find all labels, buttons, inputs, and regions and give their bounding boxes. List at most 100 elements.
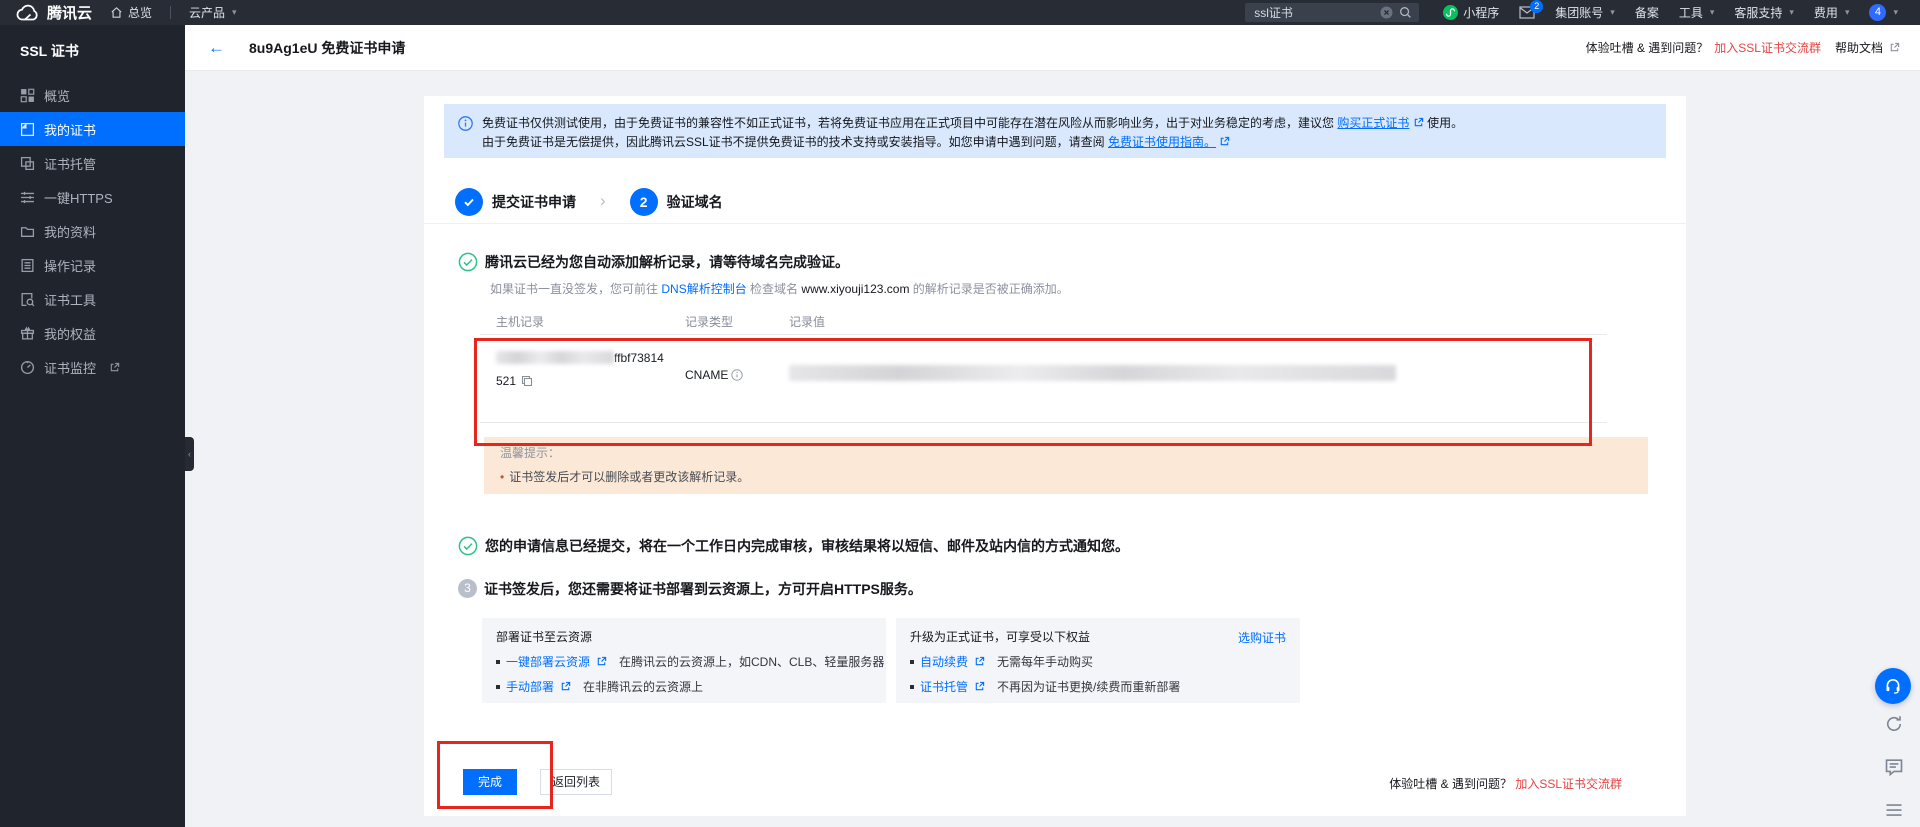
deploy-item-desc: 在腾讯云的云资源上，如CDN、CLB、轻量服务器	[619, 653, 884, 670]
external-link-icon	[1413, 117, 1424, 128]
search-icon[interactable]	[1399, 6, 1412, 19]
support-label: 客服支持	[1734, 4, 1782, 21]
warning-box: 温馨提示： •证书签发后才可以删除或者更改该解析记录。	[484, 437, 1648, 494]
banner-line-2: 由于免费证书是无偿提供，因此腾讯云SSL证书不提供免费证书的技术支持或安装指导。…	[482, 133, 1652, 152]
back-to-list-button[interactable]: 返回列表	[540, 769, 612, 795]
sidebar-item-operation-log[interactable]: 操作记录	[0, 248, 185, 282]
nav-divider	[170, 6, 171, 19]
sidebar-item-overview[interactable]: 概览	[0, 78, 185, 112]
record-value-cell	[789, 335, 1607, 422]
nav-mini-program[interactable]: 小程序	[1443, 4, 1499, 21]
grid-icon	[20, 88, 35, 103]
cert-hosting-link[interactable]: 证书托管	[920, 678, 968, 695]
upgrade-item-desc: 无需每年手动购买	[997, 653, 1093, 670]
chevron-down-icon: ▾	[1710, 7, 1715, 18]
sidebar-collapse-handle[interactable]: ‹	[185, 437, 194, 471]
document-lines-icon	[20, 258, 35, 273]
nav-products[interactable]: 云产品 ▾	[189, 4, 237, 21]
refresh-version-icon[interactable]	[1882, 712, 1906, 736]
bullet-square	[496, 685, 500, 689]
upgrade-item-desc: 不再因为证书更换/续费而重新部署	[997, 678, 1180, 695]
sidebar-item-label: 证书监控	[44, 358, 96, 377]
domain-text: www.xiyouji123.com	[801, 282, 909, 296]
sidebar-item-cert-tools[interactable]: 证书工具	[0, 282, 185, 316]
nav-tools[interactable]: 工具 ▾	[1679, 4, 1715, 21]
feedback-prefix: 体验吐槽 & 遇到问题？	[1389, 777, 1512, 791]
nav-group-account[interactable]: 集团账号 ▾	[1555, 4, 1615, 21]
dns-added-section-title: 腾讯云已经为您自动添加解析记录，请等待域名完成验证。	[458, 252, 849, 272]
buy-cert-link[interactable]: 选购证书	[1238, 629, 1286, 646]
auto-renew-link[interactable]: 自动续费	[920, 653, 968, 670]
nav-account[interactable]: 4 ▾	[1869, 4, 1898, 21]
chevron-down-icon: ▾	[1893, 7, 1898, 18]
submitted-section-title: 您的申请信息已经提交，将在一个工作日内完成审核，审核结果将以短信、邮件及站内信的…	[458, 536, 1129, 556]
help-doc-link[interactable]: 帮助文档	[1835, 39, 1883, 56]
nav-billing[interactable]: 费用 ▾	[1814, 4, 1850, 21]
customer-service-fab[interactable]	[1875, 668, 1911, 704]
buy-formal-cert-link[interactable]: 购买正式证书	[1337, 116, 1409, 130]
sidebar-item-one-click-https[interactable]: 一键HTTPS	[0, 180, 185, 214]
gift-icon	[20, 326, 35, 341]
sidebar-item-my-profile[interactable]: 我的资料	[0, 214, 185, 248]
step3-number: 3	[458, 579, 477, 598]
external-link-icon	[1889, 42, 1900, 53]
upgrade-box-item: 证书托管 不再因为证书更换/续费而重新部署	[910, 678, 1286, 695]
nav-support[interactable]: 客服支持 ▾	[1734, 4, 1794, 21]
one-click-deploy-link[interactable]: 一键部署云资源	[506, 653, 590, 670]
copy-icon[interactable]	[521, 375, 533, 387]
global-search	[1245, 3, 1419, 22]
host-record-cell: ffbf73814 521	[496, 335, 685, 422]
chevron-down-icon: ▾	[1789, 7, 1794, 18]
top-navbar: 腾讯云 总览 云产品 ▾	[0, 0, 1920, 25]
nav-overview-label: 总览	[128, 4, 152, 21]
search-input[interactable]	[1252, 5, 1374, 21]
home-icon	[110, 6, 123, 19]
tencent-cloud-console: 腾讯云 总览 云产品 ▾	[0, 0, 1920, 827]
page-header: ← 8u9Ag1eU 免费证书申请 体验吐槽 & 遇到问题？ 加入SSL证书交流…	[185, 25, 1920, 71]
deploy-box-item: 手动部署 在非腾讯云的云资源上	[496, 678, 872, 695]
sliders-icon	[20, 190, 35, 205]
sidebar-item-my-benefits[interactable]: 我的权益	[0, 316, 185, 350]
step1-label: 提交证书申请	[492, 192, 576, 212]
done-button[interactable]: 完成	[463, 769, 517, 795]
sidebar-item-label: 我的权益	[44, 324, 96, 343]
menu-list-icon[interactable]	[1882, 798, 1906, 822]
join-group-link[interactable]: 加入SSL证书交流群	[1714, 39, 1821, 56]
upgrade-box-item: 自动续费 无需每年手动购买	[910, 653, 1286, 670]
feedback-chat-icon[interactable]	[1882, 755, 1906, 779]
chevron-down-icon: ▾	[1845, 7, 1850, 18]
record-type-cell: CNAME	[685, 335, 789, 422]
step2-number: 2	[630, 188, 658, 216]
host-record-line2: 521	[496, 374, 516, 388]
group-account-label: 集团账号	[1555, 4, 1603, 21]
nav-messages[interactable]: 2	[1519, 6, 1535, 19]
dns-console-link[interactable]: DNS解析控制台	[661, 282, 746, 296]
mini-program-label: 小程序	[1463, 4, 1499, 21]
footer-feedback: 体验吐槽 & 遇到问题？ 加入SSL证书交流群	[1389, 775, 1622, 792]
chevron-down-icon: ▾	[232, 7, 237, 18]
free-cert-guide-link[interactable]: 免费证书使用指南。	[1108, 135, 1216, 149]
join-group-link[interactable]: 加入SSL证书交流群	[1515, 777, 1622, 791]
step1-check-icon	[455, 188, 483, 216]
nav-overview[interactable]: 总览	[110, 4, 152, 21]
info-icon	[458, 116, 473, 131]
header-feedback: 体验吐槽 & 遇到问题？ 加入SSL证书交流群 帮助文档	[1586, 39, 1900, 56]
bullet-square	[496, 660, 500, 664]
bullet-square	[910, 685, 914, 689]
section1-title-text: 腾讯云已经为您自动添加解析记录，请等待域名完成验证。	[485, 252, 849, 272]
sidebar-item-cert-hosting[interactable]: 证书托管	[0, 146, 185, 180]
tencent-cloud-logo[interactable]: 腾讯云	[14, 2, 92, 23]
upgrade-benefits-box: 升级为正式证书，可享受以下权益 选购证书 自动续费 无需每年手动购买 证书托管 …	[896, 618, 1300, 703]
section3-title-text: 证书签发后，您还需要将证书部署到云资源上，方可开启HTTPS服务。	[484, 579, 922, 599]
clear-search-icon[interactable]	[1380, 6, 1393, 19]
redacted-host-record	[496, 351, 614, 364]
sidebar-item-cert-monitor[interactable]: 证书监控	[0, 350, 185, 384]
dns-record-table: 主机记录 记录类型 记录值 ffbf73814 521	[480, 308, 1607, 423]
bullet-square	[910, 660, 914, 664]
manual-deploy-link[interactable]: 手动部署	[506, 678, 554, 695]
table-header-row: 主机记录 记录类型 记录值	[480, 308, 1607, 335]
back-arrow-icon[interactable]: ←	[208, 38, 225, 58]
sidebar-item-my-certificates[interactable]: 我的证书	[0, 112, 185, 146]
nav-icp[interactable]: 备案	[1635, 4, 1659, 21]
info-circle-icon[interactable]	[731, 369, 743, 381]
